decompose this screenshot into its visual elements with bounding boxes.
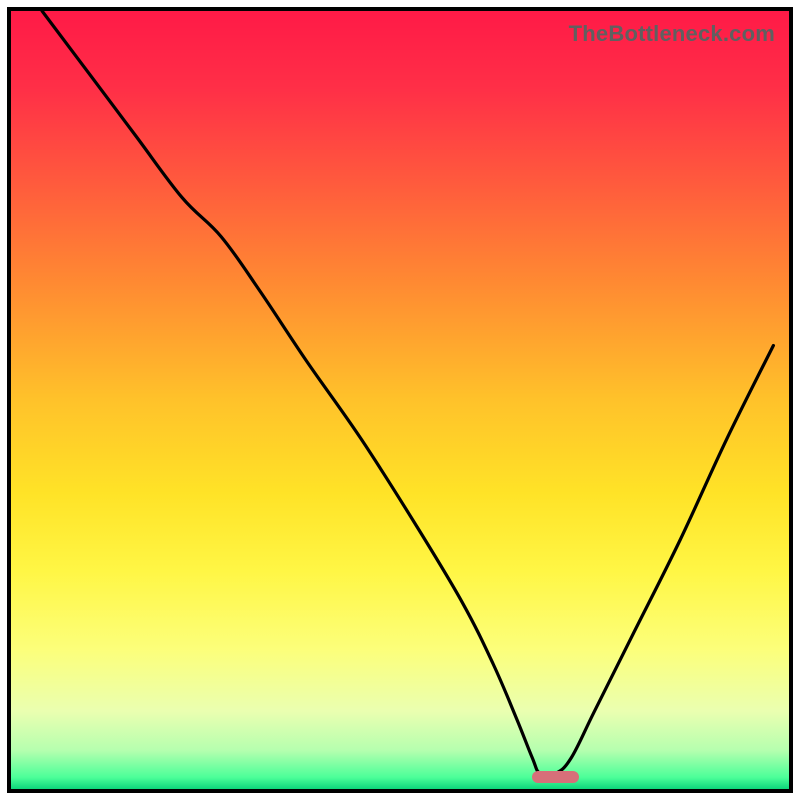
bottleneck-chart (11, 11, 789, 789)
optimal-marker (532, 771, 579, 783)
attribution-text: TheBottleneck.com (569, 21, 775, 47)
chart-frame: TheBottleneck.com (7, 7, 793, 793)
